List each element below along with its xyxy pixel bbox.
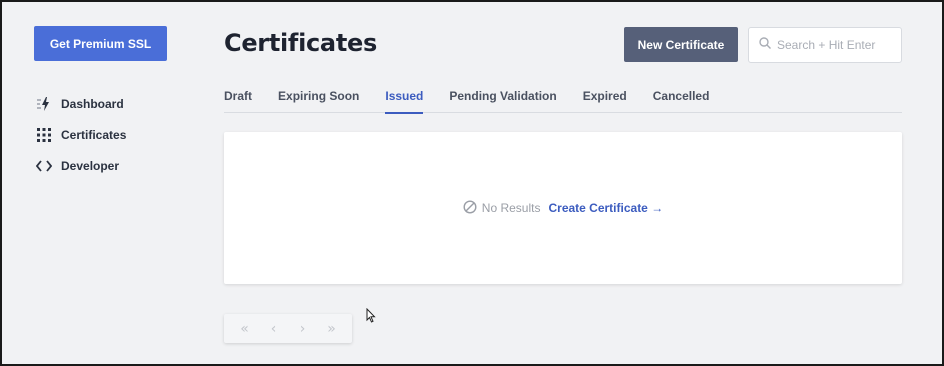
last-page-icon[interactable]: » (320, 321, 344, 337)
search-icon (759, 36, 771, 54)
sidebar-item-label: Developer (61, 158, 120, 173)
search-box (748, 27, 902, 63)
sidebar-item-label: Dashboard (61, 96, 124, 111)
results-card: No Results Create Certificate → (224, 132, 902, 284)
tab-expiring-soon[interactable]: Expiring Soon (278, 82, 359, 113)
tab-draft[interactable]: Draft (224, 82, 252, 113)
new-certificate-button[interactable]: New Certificate (624, 27, 738, 62)
sidebar-item-developer[interactable]: Developer (36, 150, 126, 181)
grid-icon (36, 127, 52, 143)
sidebar-item-dashboard[interactable]: Dashboard (36, 88, 126, 119)
page-title: Certificates (224, 29, 377, 57)
get-premium-ssl-button[interactable]: Get Premium SSL (34, 26, 167, 61)
sidebar-item-certificates[interactable]: Certificates (36, 119, 126, 150)
sidebar-nav: Dashboard Certificates Developer (36, 88, 126, 181)
no-results-text: No Results (481, 201, 541, 215)
app-window: Get Premium SSL Dashboard Certificates D… (0, 0, 944, 366)
create-certificate-link[interactable]: Create Certificate → (548, 201, 663, 215)
code-icon (36, 158, 52, 174)
no-entry-icon (463, 199, 477, 217)
empty-state: No Results Create Certificate → (463, 199, 663, 217)
tab-issued[interactable]: Issued (385, 82, 424, 114)
search-input[interactable] (777, 38, 897, 52)
tab-cancelled[interactable]: Cancelled (653, 82, 710, 113)
prev-page-icon[interactable]: ‹ (262, 321, 286, 337)
tab-expired[interactable]: Expired (583, 82, 627, 113)
first-page-icon[interactable]: « (233, 321, 257, 337)
status-tabs: Draft Expiring Soon Issued Pending Valid… (224, 82, 902, 114)
sidebar-item-label: Certificates (61, 127, 127, 142)
tab-pending-validation[interactable]: Pending Validation (449, 82, 556, 113)
pagination: « ‹ › » (224, 314, 352, 343)
lightning-icon (36, 96, 52, 112)
next-page-icon[interactable]: › (291, 321, 315, 337)
mouse-cursor-icon (366, 307, 376, 328)
